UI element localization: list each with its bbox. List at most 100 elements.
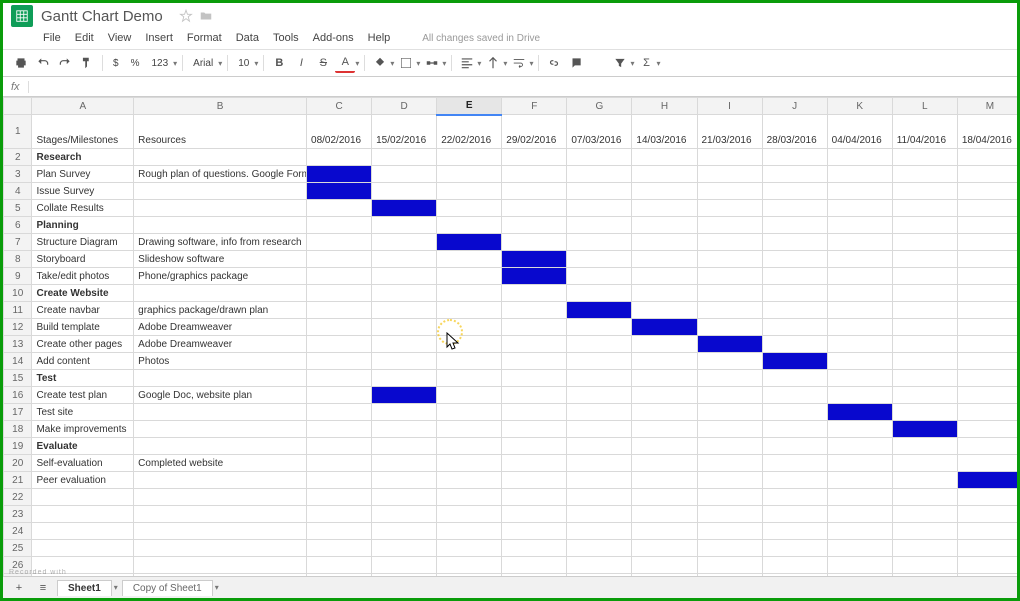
- cell-C24[interactable]: [307, 523, 372, 540]
- menu-help[interactable]: Help: [368, 32, 391, 44]
- cell-D4[interactable]: [372, 183, 437, 200]
- cell-A17[interactable]: Test site: [32, 404, 134, 421]
- cell-M3[interactable]: [957, 166, 1017, 183]
- redo-icon[interactable]: [55, 53, 75, 73]
- cell-E3[interactable]: [437, 166, 502, 183]
- cell-K15[interactable]: [827, 370, 892, 387]
- cell-M25[interactable]: [957, 540, 1017, 557]
- cell-E8[interactable]: [437, 251, 502, 268]
- cell-H14[interactable]: [632, 353, 697, 370]
- cell-H19[interactable]: [632, 438, 697, 455]
- cell-date-10[interactable]: 18/04/2016: [957, 115, 1017, 149]
- strike-button[interactable]: S: [313, 53, 333, 73]
- cell-C19[interactable]: [307, 438, 372, 455]
- cell-C20[interactable]: [307, 455, 372, 472]
- cell-B26[interactable]: [134, 557, 307, 574]
- document-title[interactable]: Gantt Chart Demo: [41, 8, 163, 25]
- cell-J19[interactable]: [762, 438, 827, 455]
- cell-J23[interactable]: [762, 506, 827, 523]
- row-header-25[interactable]: 25: [4, 540, 32, 557]
- cell-H2[interactable]: [632, 149, 697, 166]
- number-format-button[interactable]: 123: [146, 55, 173, 72]
- cell-G11[interactable]: [567, 302, 632, 319]
- cell-I15[interactable]: [697, 370, 762, 387]
- column-header-H[interactable]: H: [632, 98, 697, 115]
- cell-D2[interactable]: [372, 149, 437, 166]
- cell-E20[interactable]: [437, 455, 502, 472]
- cell-D24[interactable]: [372, 523, 437, 540]
- cell-C18[interactable]: [307, 421, 372, 438]
- column-header-C[interactable]: C: [307, 98, 372, 115]
- cell-G18[interactable]: [567, 421, 632, 438]
- cell-B8[interactable]: Slideshow software: [134, 251, 307, 268]
- cell-L20[interactable]: [892, 455, 957, 472]
- column-header-D[interactable]: D: [372, 98, 437, 115]
- cell-K9[interactable]: [827, 268, 892, 285]
- cell-C21[interactable]: [307, 472, 372, 489]
- bold-button[interactable]: B: [269, 53, 289, 73]
- cell-J14[interactable]: [762, 353, 827, 370]
- cell-D8[interactable]: [372, 251, 437, 268]
- cell-G13[interactable]: [567, 336, 632, 353]
- row-header-10[interactable]: 10: [4, 285, 32, 302]
- cell-A10[interactable]: Create Website: [32, 285, 134, 302]
- cell-L4[interactable]: [892, 183, 957, 200]
- cell-A5[interactable]: Collate Results: [32, 200, 134, 217]
- cell-A3[interactable]: Plan Survey: [32, 166, 134, 183]
- cell-J4[interactable]: [762, 183, 827, 200]
- menu-format[interactable]: Format: [187, 32, 222, 44]
- cell-date-6[interactable]: 21/03/2016: [697, 115, 762, 149]
- cell-K5[interactable]: [827, 200, 892, 217]
- cell-F13[interactable]: [502, 336, 567, 353]
- cell-D25[interactable]: [372, 540, 437, 557]
- cell-K3[interactable]: [827, 166, 892, 183]
- cell-L26[interactable]: [892, 557, 957, 574]
- cell-A4[interactable]: Issue Survey: [32, 183, 134, 200]
- cell-J25[interactable]: [762, 540, 827, 557]
- cell-M23[interactable]: [957, 506, 1017, 523]
- cell-C11[interactable]: [307, 302, 372, 319]
- column-header-M[interactable]: M: [957, 98, 1017, 115]
- menu-data[interactable]: Data: [236, 32, 259, 44]
- font-select[interactable]: Arial: [188, 55, 218, 72]
- row-header-5[interactable]: 5: [4, 200, 32, 217]
- cell-E13[interactable]: [437, 336, 502, 353]
- cell-K7[interactable]: [827, 234, 892, 251]
- column-header-I[interactable]: I: [697, 98, 762, 115]
- column-header-G[interactable]: G: [567, 98, 632, 115]
- cell-H24[interactable]: [632, 523, 697, 540]
- cell-M2[interactable]: [957, 149, 1017, 166]
- sheet-tab-copy[interactable]: Copy of Sheet1: [122, 580, 213, 596]
- cell-B13[interactable]: Adobe Dreamweaver: [134, 336, 307, 353]
- cell-G24[interactable]: [567, 523, 632, 540]
- cell-A15[interactable]: Test: [32, 370, 134, 387]
- sheet-tab-1[interactable]: Sheet1: [57, 580, 112, 596]
- cell-G26[interactable]: [567, 557, 632, 574]
- fill-color-icon[interactable]: [370, 53, 390, 73]
- cell-date-7[interactable]: 28/03/2016: [762, 115, 827, 149]
- cell-D5[interactable]: [372, 200, 437, 217]
- cell-M26[interactable]: [957, 557, 1017, 574]
- cell-I7[interactable]: [697, 234, 762, 251]
- cell-B18[interactable]: [134, 421, 307, 438]
- cell-M24[interactable]: [957, 523, 1017, 540]
- functions-button[interactable]: Σ: [636, 53, 656, 73]
- cell-D7[interactable]: [372, 234, 437, 251]
- cell-L14[interactable]: [892, 353, 957, 370]
- cell-H3[interactable]: [632, 166, 697, 183]
- cell-H23[interactable]: [632, 506, 697, 523]
- cell-J7[interactable]: [762, 234, 827, 251]
- cell-F9[interactable]: [502, 268, 567, 285]
- cell-G16[interactable]: [567, 387, 632, 404]
- cell-I10[interactable]: [697, 285, 762, 302]
- cell-G3[interactable]: [567, 166, 632, 183]
- cell-D26[interactable]: [372, 557, 437, 574]
- cell-K18[interactable]: [827, 421, 892, 438]
- cell-J8[interactable]: [762, 251, 827, 268]
- comment-icon[interactable]: [566, 53, 586, 73]
- cell-B25[interactable]: [134, 540, 307, 557]
- cell-L6[interactable]: [892, 217, 957, 234]
- cell-D3[interactable]: [372, 166, 437, 183]
- cell-G23[interactable]: [567, 506, 632, 523]
- cell-C3[interactable]: [307, 166, 372, 183]
